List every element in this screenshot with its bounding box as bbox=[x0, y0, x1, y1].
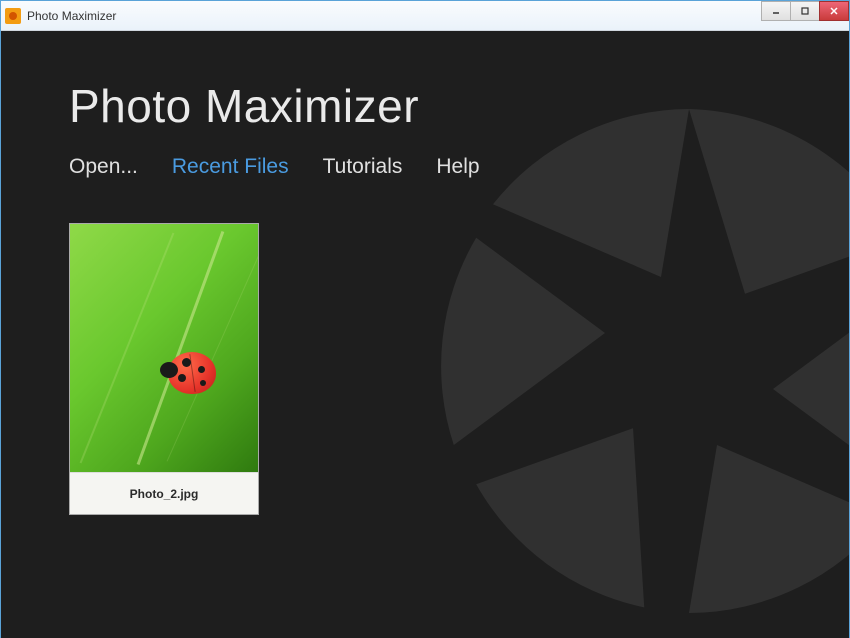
window-titlebar: Photo Maximizer bbox=[1, 1, 849, 31]
recent-file-thumbnail[interactable]: Photo_2.jpg bbox=[69, 223, 259, 515]
minimize-button[interactable] bbox=[761, 1, 791, 21]
menu-tutorials[interactable]: Tutorials bbox=[323, 155, 403, 179]
recent-files-grid: Photo_2.jpg bbox=[69, 223, 849, 515]
close-button[interactable] bbox=[819, 1, 849, 21]
menu-help[interactable]: Help bbox=[436, 155, 479, 179]
window-controls bbox=[762, 1, 849, 21]
menu-open[interactable]: Open... bbox=[69, 155, 138, 179]
thumbnail-filename: Photo_2.jpg bbox=[70, 472, 258, 514]
main-area: Photo Maximizer Open... Recent Files Tut… bbox=[1, 31, 849, 638]
window-title: Photo Maximizer bbox=[27, 9, 116, 23]
app-title: Photo Maximizer bbox=[69, 79, 849, 133]
ladybug-icon bbox=[160, 348, 218, 396]
maximize-button[interactable] bbox=[790, 1, 820, 21]
app-icon bbox=[5, 8, 21, 24]
menu-recent-files[interactable]: Recent Files bbox=[172, 155, 289, 179]
main-menu: Open... Recent Files Tutorials Help bbox=[69, 155, 849, 179]
thumbnail-image bbox=[70, 224, 258, 472]
